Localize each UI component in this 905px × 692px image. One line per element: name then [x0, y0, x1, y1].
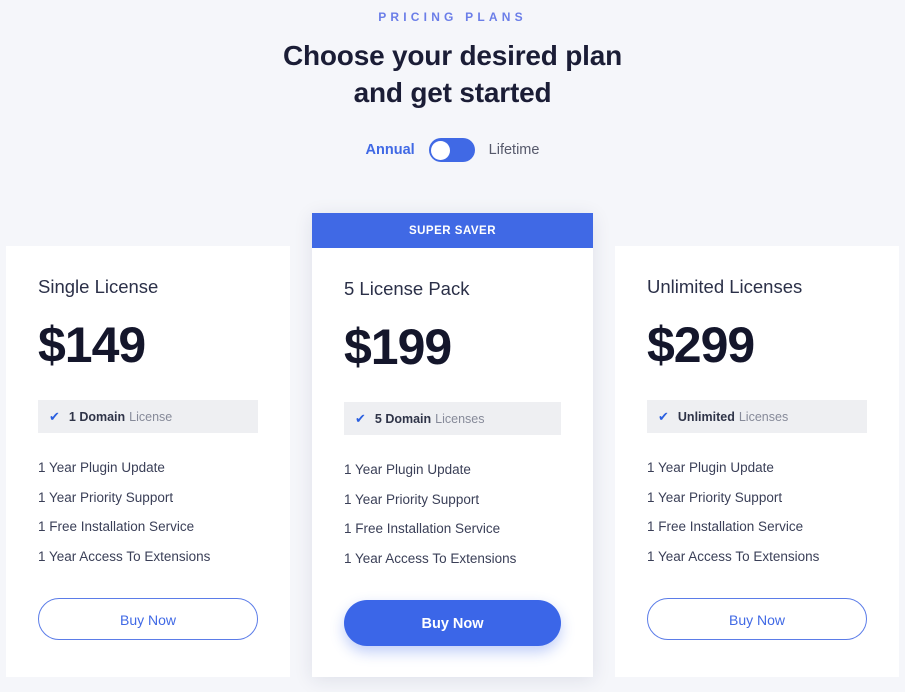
domain-count: 5 Domain: [374, 411, 432, 426]
billing-toggle-switch[interactable]: [428, 138, 475, 163]
page-title: Choose your desired plan and get started: [0, 38, 905, 112]
domain-unit: License: [129, 409, 173, 424]
feature-list: 1 Year Plugin Update 1 Year Priority Sup…: [647, 453, 867, 571]
headline-line-2: and get started: [353, 77, 552, 109]
billing-toggle[interactable]: Annual Lifetime: [0, 138, 905, 163]
list-item: 1 Year Access To Extensions: [38, 548, 211, 564]
plan-price: $149: [38, 317, 146, 374]
pricing-cards: Single License $149 ✔ 1 Domain License 1…: [0, 213, 905, 678]
pricing-header: PRICING PLANS Choose your desired plan a…: [0, 0, 905, 163]
domain-allowance: ✔ Unlimited Licenses: [647, 400, 867, 434]
plan-price: $299: [647, 317, 755, 374]
headline-line-1: Choose your desired plan: [282, 40, 623, 72]
billing-option-annual[interactable]: Annual: [366, 143, 415, 158]
pricing-card-unlimited-licenses: Unlimited Licenses $299 ✔ Unlimited Lice…: [615, 246, 899, 677]
list-item: 1 Year Priority Support: [38, 489, 174, 505]
domain-unit: Licenses: [738, 409, 789, 424]
domain-count: 1 Domain: [68, 409, 126, 424]
domain-allowance: ✔ 5 Domain Licenses: [344, 402, 561, 436]
section-eyebrow: PRICING PLANS: [378, 10, 527, 24]
list-item: 1 Year Plugin Update: [38, 460, 165, 476]
pricing-card-single-license: Single License $149 ✔ 1 Domain License 1…: [6, 246, 290, 677]
list-item: 1 Year Access To Extensions: [344, 550, 517, 566]
buy-now-button[interactable]: Buy Now: [38, 598, 258, 641]
check-icon: ✔: [355, 411, 366, 427]
feature-list: 1 Year Plugin Update 1 Year Priority Sup…: [344, 455, 561, 573]
plan-name: Unlimited Licenses: [647, 276, 803, 297]
domain-unit: Licenses: [435, 411, 485, 426]
list-item: 1 Year Priority Support: [344, 491, 480, 507]
buy-now-button[interactable]: Buy Now: [647, 598, 867, 641]
buy-now-button[interactable]: Buy Now: [344, 600, 561, 647]
list-item: 1 Year Access To Extensions: [647, 548, 820, 564]
check-icon: ✔: [658, 409, 669, 425]
super-saver-badge: SUPER SAVER: [312, 213, 593, 248]
plan-name: 5 License Pack: [344, 278, 470, 299]
list-item: 1 Free Installation Service: [647, 519, 804, 535]
check-icon: ✔: [49, 409, 60, 425]
feature-list: 1 Year Plugin Update 1 Year Priority Sup…: [38, 453, 258, 571]
domain-allowance: ✔ 1 Domain License: [38, 400, 258, 434]
list-item: 1 Free Installation Service: [344, 521, 501, 537]
card-body: 5 License Pack $199 ✔ 5 Domain Licenses …: [312, 248, 593, 647]
toggle-knob: [431, 140, 451, 160]
list-item: 1 Year Plugin Update: [647, 460, 774, 476]
list-item: 1 Year Priority Support: [647, 489, 783, 505]
plan-name: Single License: [38, 276, 159, 297]
pricing-card-5-license-pack: SUPER SAVER 5 License Pack $199 ✔ 5 Doma…: [312, 213, 593, 677]
plan-price: $199: [344, 319, 452, 376]
billing-option-lifetime[interactable]: Lifetime: [489, 143, 540, 158]
list-item: 1 Free Installation Service: [38, 519, 195, 535]
list-item: 1 Year Plugin Update: [344, 462, 471, 478]
domain-count: Unlimited: [677, 409, 735, 424]
